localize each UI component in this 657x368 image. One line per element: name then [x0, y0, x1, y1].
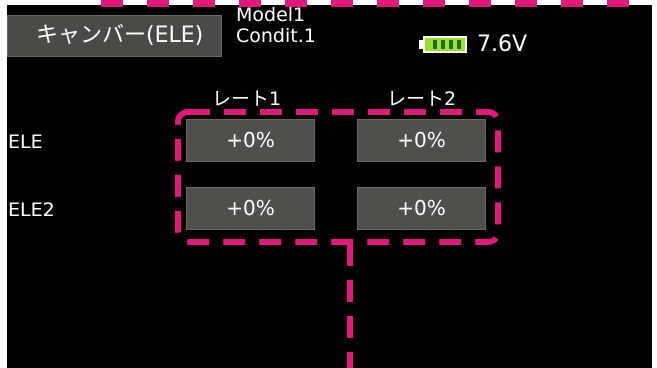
screen: キャンバー(ELE) Model1 Condit.1 7.6V レート1 レート… — [0, 0, 657, 368]
callout-highlight — [175, 109, 501, 368]
callout-dashed-box — [175, 109, 501, 245]
